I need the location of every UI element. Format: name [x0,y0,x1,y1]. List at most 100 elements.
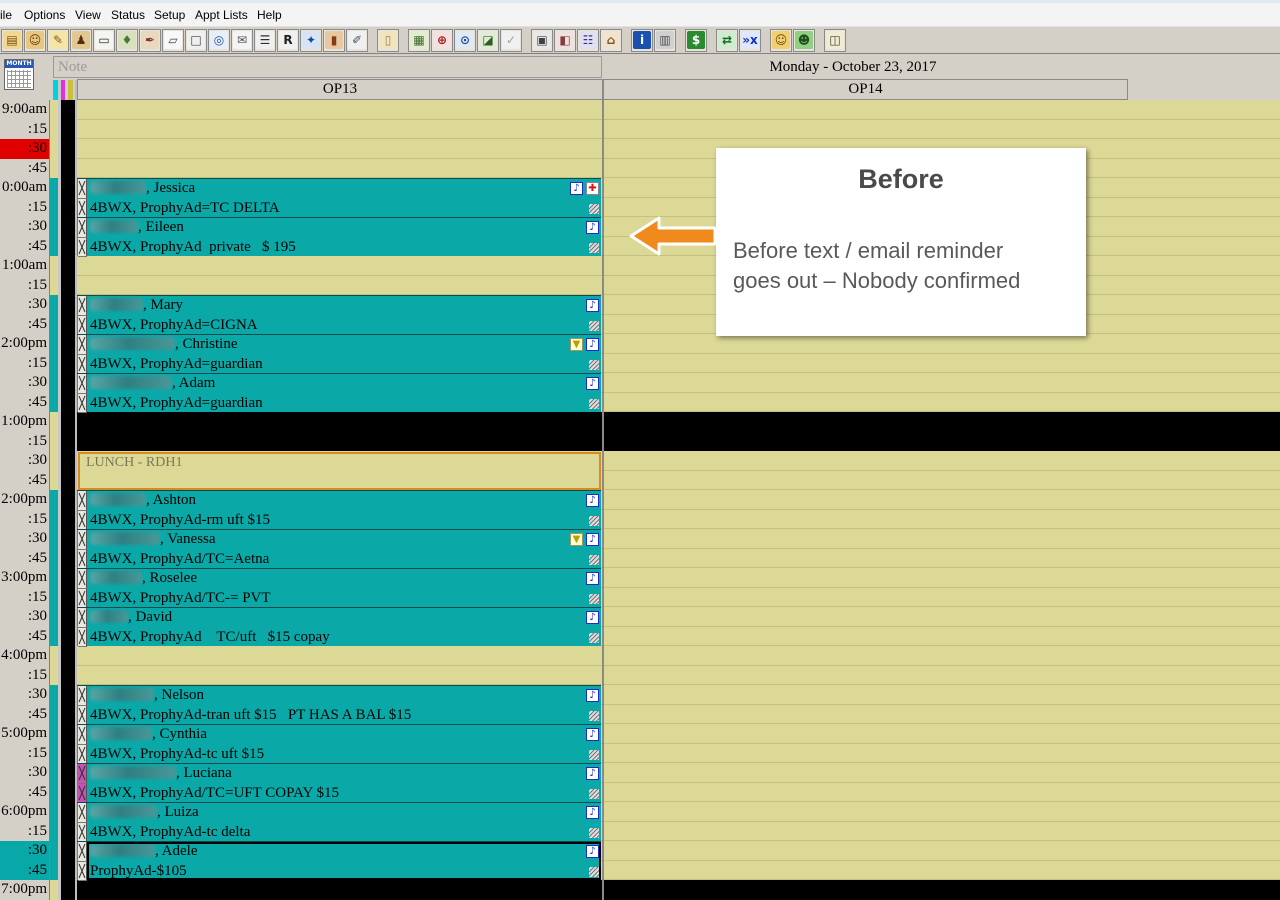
op14-time-slot[interactable] [604,509,1280,529]
appointment-block[interactable]: , Christine 4BWX, ProphyAd=guardian [77,334,601,374]
rx-button[interactable]: R [277,28,299,52]
op13-time-slot[interactable] [77,665,602,685]
confirm-box[interactable] [78,725,87,745]
op14-time-slot[interactable] [604,724,1280,744]
confirm-box[interactable] [78,530,87,550]
confirm-box[interactable] [78,179,87,199]
blank-form-button[interactable]: ▱ [162,28,184,52]
filter-icon[interactable] [570,338,583,351]
id-card-button[interactable]: ▭ [93,28,115,52]
op14-time-slot[interactable] [604,821,1280,841]
op14-time-slot[interactable] [604,704,1280,724]
appointment-block[interactable]: , Luciana 4BWX, ProphyAd/TC=UFT COPAY $15 [77,763,601,803]
appointment-block[interactable]: , Luiza 4BWX, ProphyAd-tc delta [77,802,601,842]
confirm-box[interactable] [78,393,87,413]
note-icon[interactable] [586,572,599,585]
confirm-box[interactable] [78,374,87,394]
appointment-block[interactable]: , Adele ProphyAd-$105 [77,841,601,881]
staff-button[interactable]: ☺ [770,28,792,52]
op14-time-slot[interactable] [604,763,1280,783]
appointment-block[interactable]: , Adam 4BWX, ProphyAd=guardian [77,373,601,413]
op14-time-slot[interactable] [604,353,1280,373]
appointment-book-button[interactable]: ▤ [1,28,23,52]
confirm-box[interactable] [78,861,87,881]
month-calendar-icon[interactable]: MONTH [4,59,34,90]
resize-handle-icon[interactable] [589,633,599,643]
tooth-chart-button[interactable]: ♦ [116,28,138,52]
confirm-box[interactable] [78,627,87,647]
employee-button[interactable]: ☻ [793,28,815,52]
family-button[interactable]: ☺ [24,28,46,52]
zoom-tooth-button[interactable]: ⊕ [431,28,453,52]
edit-button[interactable]: ✐ [346,28,368,52]
op14-time-slot[interactable] [604,568,1280,588]
note-icon[interactable] [586,611,599,624]
op13-time-slot[interactable] [77,100,602,120]
list-button[interactable]: ☰ [254,28,276,52]
note-icon[interactable] [586,494,599,507]
resize-handle-icon[interactable] [589,711,599,721]
note-icon[interactable] [586,338,599,351]
confirm-box[interactable] [78,237,87,257]
graph-button[interactable]: ◪ [477,28,499,52]
op14-time-slot[interactable] [604,431,1280,451]
op13-time-slot[interactable] [77,275,602,295]
check-button[interactable]: ✓ [500,28,522,52]
op14-time-slot[interactable] [604,587,1280,607]
resize-handle-icon[interactable] [589,750,599,760]
confirm-box[interactable] [78,491,87,511]
chart-button[interactable]: ▦ [408,28,430,52]
note-icon[interactable] [586,689,599,702]
op14-time-slot[interactable] [604,548,1280,568]
menu-help[interactable]: Help [257,8,282,22]
op13-time-slot[interactable] [77,431,602,451]
op14-time-slot[interactable] [604,529,1280,549]
resize-handle-icon[interactable] [589,828,599,838]
print-button[interactable]: ▣ [531,28,553,52]
confirm-box[interactable] [78,198,87,218]
envelope-button[interactable]: ✉ [231,28,253,52]
appointment-block[interactable]: , Vanessa 4BWX, ProphyAd/TC=Aetna [77,529,601,569]
op14-time-slot[interactable] [604,607,1280,627]
resize-handle-icon[interactable] [589,360,599,370]
confirm-box[interactable] [78,764,87,784]
confirm-box[interactable] [78,608,87,628]
confirm-box[interactable] [78,296,87,316]
clipboard-button[interactable]: ▯ [377,28,399,52]
lunch-block[interactable]: LUNCH - RDH1 [78,452,601,490]
contacts-button[interactable]: ☷ [577,28,599,52]
referral-button[interactable]: ⌂ [600,28,622,52]
op14-time-slot[interactable] [604,782,1280,802]
zoom-button[interactable]: ⊙ [454,28,476,52]
medical-alert-icon[interactable] [586,182,599,195]
note-icon[interactable] [586,728,599,741]
note-icon[interactable] [586,221,599,234]
op14-time-slot[interactable] [604,451,1280,471]
send-x-button[interactable]: »x [739,28,761,52]
confirm-box[interactable] [78,686,87,706]
note-icon[interactable] [586,806,599,819]
note-icon[interactable] [570,182,583,195]
op14-column-header[interactable]: OP14 [603,79,1128,100]
op13-time-slot[interactable] [77,880,602,900]
appointment-block[interactable]: , Nelson 4BWX, ProphyAd-tran uft $15 PT H… [77,685,601,725]
confirm-box[interactable] [78,315,87,335]
menu-appt-lists[interactable]: Appt Lists [195,8,248,22]
form-button[interactable]: □ [185,28,207,52]
resize-handle-icon[interactable] [589,789,599,799]
note-icon[interactable] [586,377,599,390]
resize-handle-icon[interactable] [589,204,599,214]
confirm-box[interactable] [78,744,87,764]
resize-handle-icon[interactable] [589,516,599,526]
resize-handle-icon[interactable] [589,555,599,565]
confirm-box[interactable] [78,705,87,725]
op14-time-slot[interactable] [604,743,1280,763]
confirm-box[interactable] [78,588,87,608]
appointment-block[interactable]: , David 4BWX, ProphyAd TC/uft $15 copay [77,607,601,647]
op13-column-header[interactable]: OP13 [77,79,603,100]
confirm-box[interactable] [78,354,87,374]
confirm-box[interactable] [78,842,87,862]
op14-time-slot[interactable] [604,412,1280,432]
appointment-block[interactable]: , Mary 4BWX, ProphyAd=CIGNA [77,295,601,335]
op14-time-slot[interactable] [604,119,1280,139]
